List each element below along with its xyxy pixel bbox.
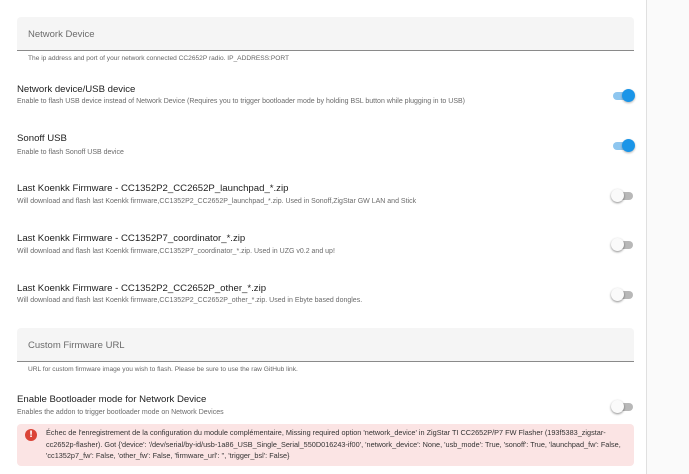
network-device-helper: The ip address and port of your network … [28, 55, 290, 62]
toggle-bootloader[interactable] [611, 400, 635, 414]
option-title-launchpad-fw: Last Koenkk Firmware - CC1352P2_CC2652P_… [17, 183, 289, 194]
page-background [647, 0, 689, 474]
custom-firmware-url-label: Custom Firmware URL [28, 340, 125, 351]
option-desc-bootloader: Enables the addon to trigger bootloader … [17, 409, 224, 416]
option-desc-network-usb: Enable to flash USB device instead of Ne… [17, 98, 465, 105]
addon-configuration-card: Network Device The ip address and port o… [0, 0, 646, 474]
toggle-thumb [622, 139, 635, 152]
option-desc-sonoff-usb: Enable to flash Sonoff USB device [17, 149, 124, 156]
toggle-thumb [611, 189, 624, 202]
error-alert: ! Échec de l'enregistrement de la config… [17, 424, 634, 466]
custom-firmware-url-field[interactable]: Custom Firmware URL [17, 328, 634, 362]
toggle-thumb [611, 238, 624, 251]
option-desc-launchpad-fw: Will download and flash last Koenkk firm… [17, 198, 417, 205]
toggle-network-usb[interactable] [611, 89, 635, 103]
toggle-thumb [611, 400, 624, 413]
toggle-other-fw[interactable] [611, 288, 635, 302]
option-desc-p7-fw: Will download and flash last Koenkk firm… [17, 248, 335, 255]
option-title-bootloader: Enable Bootloader mode for Network Devic… [17, 394, 207, 405]
option-title-p7-fw: Last Koenkk Firmware - CC1352P7_coordina… [17, 233, 246, 244]
error-icon: ! [25, 429, 37, 441]
network-device-label: Network Device [28, 29, 95, 40]
custom-firmware-url-helper: URL for custom firmware image you wish t… [28, 366, 298, 373]
toggle-sonoff-usb[interactable] [611, 139, 635, 153]
network-device-field[interactable]: Network Device [17, 17, 634, 51]
toggle-p7-fw[interactable] [611, 238, 635, 252]
toggle-launchpad-fw[interactable] [611, 189, 635, 203]
option-title-sonoff-usb: Sonoff USB [17, 133, 67, 144]
error-message: Échec de l'enregistrement de la configur… [46, 428, 621, 460]
toggle-thumb [622, 89, 635, 102]
toggle-thumb [611, 288, 624, 301]
option-title-network-usb: Network device/USB device [17, 84, 136, 95]
option-desc-other-fw: Will download and flash last Koenkk firm… [17, 297, 363, 304]
option-title-other-fw: Last Koenkk Firmware - CC1352P2_CC2652P_… [17, 283, 267, 294]
